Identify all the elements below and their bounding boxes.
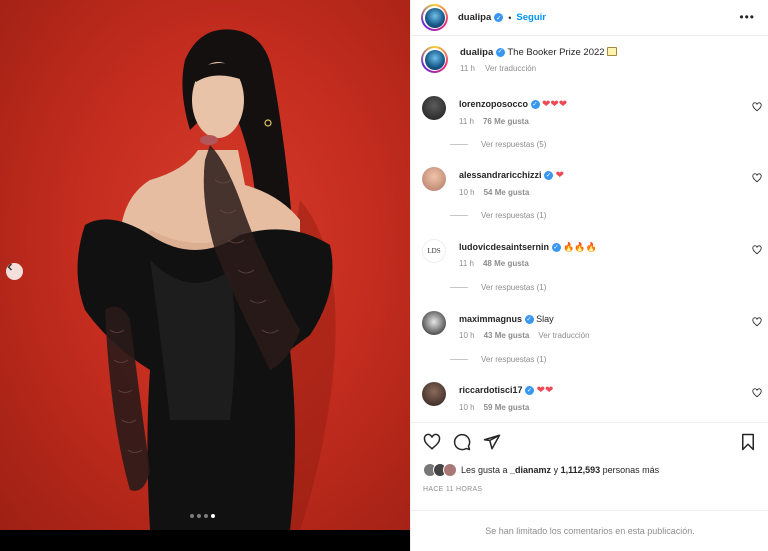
post-caption: dualipa ✓ The Booker Prize 2022 11 h Ver… <box>421 46 618 73</box>
post-media <box>0 0 410 551</box>
view-replies-label: Ver respuestas (5) <box>481 140 547 149</box>
comment-time: 10 h <box>459 403 475 412</box>
comment-time: 11 h <box>459 259 474 268</box>
comment-text: ❤ <box>555 170 564 181</box>
comment-likes[interactable]: 59 Me gusta <box>484 403 530 412</box>
view-replies-label: Ver respuestas (1) <box>481 211 547 220</box>
likes-suffix: personas más <box>600 465 660 475</box>
comment-text: 🔥🔥🔥 <box>563 242 597 252</box>
post-timestamp: HACE 11 HORAS <box>423 486 483 493</box>
like-comment-heart-icon[interactable] <box>752 388 762 398</box>
view-replies-label: Ver respuestas (1) <box>481 283 547 292</box>
comment-likes[interactable]: 76 Me gusta <box>483 117 529 126</box>
likes-summary: Les gusta a _dianamz y 1,112,593 persona… <box>423 463 659 477</box>
verified-badge-icon: ✓ <box>544 171 554 181</box>
liker-avatar <box>443 463 457 477</box>
post-header: dualipa ✓ • Seguir ••• <box>411 0 768 36</box>
caption-avatar[interactable] <box>421 46 448 73</box>
translate-button[interactable]: Ver traducción <box>485 64 536 73</box>
comment-likes[interactable]: 54 Me gusta <box>484 188 530 197</box>
follow-button[interactable]: Seguir <box>516 12 546 23</box>
comment-time: 10 h <box>459 331 475 340</box>
likes-count[interactable]: 1,112,593 <box>561 465 601 475</box>
commenter-username[interactable]: alessandraricchizzi <box>459 170 542 180</box>
commenter-username[interactable]: riccardotisci17 <box>459 385 523 395</box>
comment-text: ❤❤ <box>536 385 554 396</box>
commenter-avatar[interactable] <box>422 311 446 335</box>
action-bar <box>423 433 501 451</box>
comment-bubble-icon[interactable] <box>453 433 471 451</box>
post-photo[interactable] <box>0 0 410 530</box>
verified-badge-icon: ✓ <box>494 13 504 22</box>
carousel-prev-button[interactable] <box>6 263 23 280</box>
share-paper-plane-icon[interactable] <box>483 433 501 451</box>
separator-dot: • <box>508 12 512 23</box>
more-options-icon[interactable]: ••• <box>739 10 755 24</box>
caption-username[interactable]: dualipa <box>460 47 493 58</box>
translate-button[interactable]: Ver traducción <box>538 331 589 340</box>
likes-prefix: Les gusta a <box>461 465 511 475</box>
comment-likes[interactable]: 48 Me gusta <box>483 259 529 268</box>
comment-text: ❤❤❤ <box>542 99 568 110</box>
carousel-dot-active <box>211 514 215 518</box>
like-comment-heart-icon[interactable] <box>752 317 762 327</box>
post-side-panel: dualipa ✓ • Seguir ••• dualipa ✓ The Boo… <box>410 0 768 551</box>
commenter-username[interactable]: maximmagnus <box>459 314 522 324</box>
caption-time: 11 h <box>460 64 475 73</box>
author-avatar[interactable] <box>421 4 448 31</box>
verified-badge-icon: ✓ <box>495 47 505 57</box>
comment-text: Slay <box>536 314 554 324</box>
commenter-avatar[interactable]: LDS <box>422 239 446 263</box>
liker-username[interactable]: _dianamz <box>510 465 551 475</box>
commenter-avatar[interactable] <box>422 382 446 406</box>
commenter-username[interactable]: lorenzoposocco <box>459 99 528 109</box>
view-replies-button[interactable]: Ver respuestas (1) <box>450 283 546 292</box>
commenter-username[interactable]: ludovicdesaintsernin <box>459 242 549 252</box>
like-comment-heart-icon[interactable] <box>752 173 762 183</box>
verified-badge-icon: ✓ <box>551 243 561 253</box>
view-replies-label: Ver respuestas (1) <box>481 355 547 364</box>
comment-likes[interactable]: 43 Me gusta <box>484 331 530 340</box>
author-username[interactable]: dualipa <box>458 12 491 23</box>
view-replies-button[interactable]: Ver respuestas (1) <box>450 355 546 364</box>
carousel-dot <box>190 514 194 518</box>
verified-badge-icon: ✓ <box>524 315 534 325</box>
carousel-dot <box>197 514 201 518</box>
instagram-post-modal: dualipa ✓ • Seguir ••• dualipa ✓ The Boo… <box>0 0 768 551</box>
book-emoji-icon <box>607 47 618 56</box>
like-comment-heart-icon[interactable] <box>752 102 762 112</box>
like-heart-icon[interactable] <box>423 433 441 451</box>
like-comment-heart-icon[interactable] <box>752 245 762 255</box>
view-replies-button[interactable]: Ver respuestas (1) <box>450 211 546 220</box>
photo-illustration <box>77 29 336 530</box>
carousel-indicator <box>190 514 215 518</box>
carousel-dot <box>204 514 208 518</box>
comment-time: 11 h <box>459 117 474 126</box>
commenter-avatar[interactable] <box>422 167 446 191</box>
chevron-left-icon <box>7 263 12 271</box>
caption-text: The Booker Prize 2022 <box>507 47 605 58</box>
likes-middle: y <box>551 465 561 475</box>
view-replies-button[interactable]: Ver respuestas (5) <box>450 140 546 149</box>
commenter-avatar[interactable] <box>422 96 446 120</box>
comment-time: 10 h <box>459 188 475 197</box>
verified-badge-icon: ✓ <box>525 386 535 396</box>
save-bookmark-icon[interactable] <box>739 433 757 451</box>
verified-badge-icon: ✓ <box>530 100 540 110</box>
comments-limited-notice: Se han limitado los comentarios en esta … <box>411 510 768 551</box>
post-actions-section: Les gusta a _dianamz y 1,112,593 persona… <box>411 422 768 510</box>
